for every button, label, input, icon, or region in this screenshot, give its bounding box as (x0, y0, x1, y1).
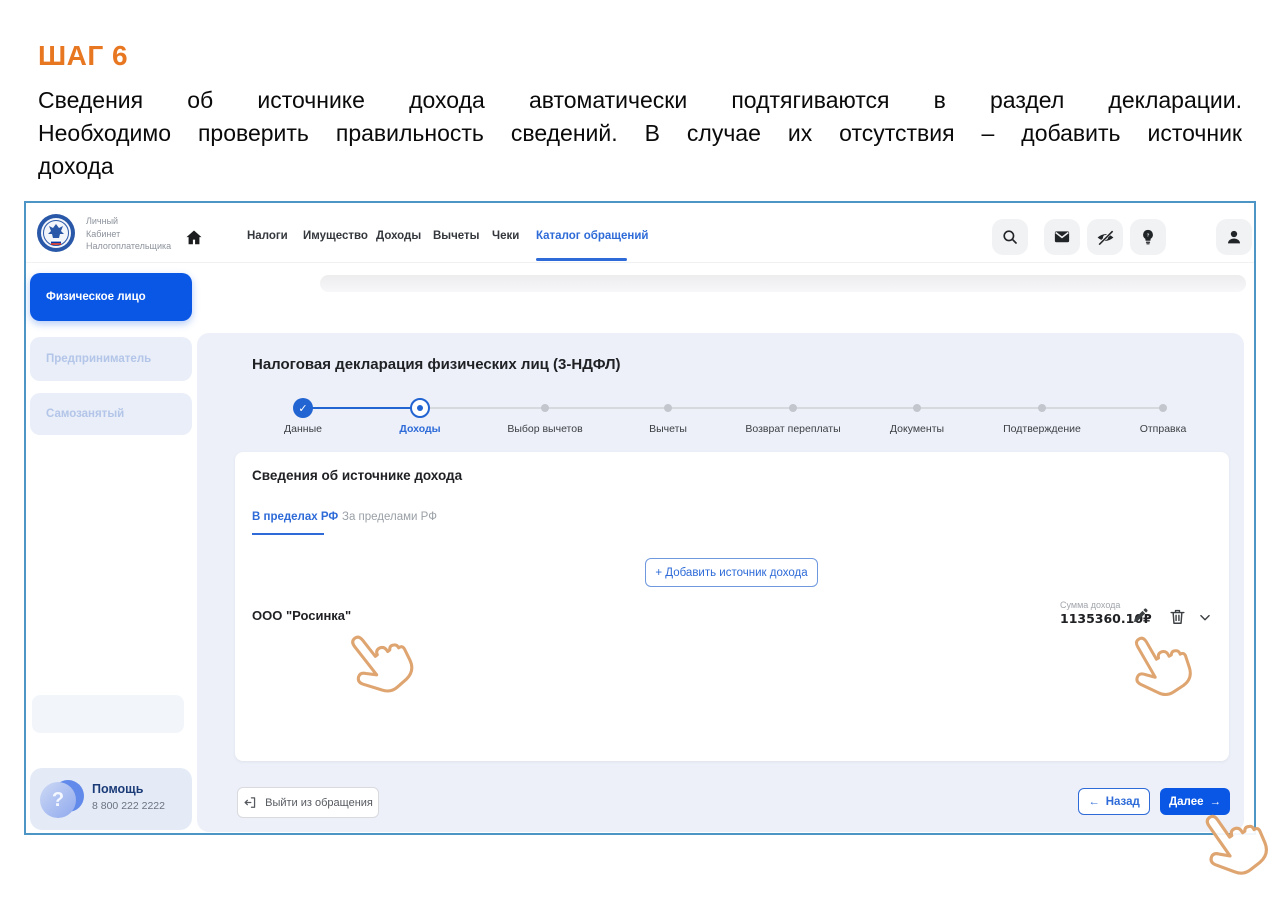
step-heading: ШАГ 6 (38, 40, 128, 72)
next-arrow-icon: → (1210, 796, 1222, 808)
scroll-shadow-band (320, 275, 1246, 292)
app-title: Личный Кабинет Налогоплательщика (86, 215, 171, 253)
add-income-source-button[interactable]: + Добавить источник дохода (645, 558, 818, 587)
step-todo-icon (541, 404, 549, 412)
eye-off-icon (1096, 228, 1115, 247)
tips-button[interactable]: ? (1130, 219, 1166, 255)
edit-pencil-icon[interactable] (1132, 606, 1150, 624)
tab-within-rf[interactable]: В пределах РФ (252, 511, 338, 523)
active-tab-underline (252, 533, 324, 535)
step-description: Сведения об источнике дохода автоматичес… (38, 84, 1242, 183)
search-icon (1001, 228, 1019, 246)
stepper-connector (303, 407, 420, 409)
lightbulb-icon: ? (1139, 228, 1157, 246)
chevron-down-icon[interactable] (1198, 611, 1212, 625)
help-phone: 8 800 222 2222 (92, 800, 165, 812)
exit-request-button[interactable]: Выйти из обращения (237, 787, 379, 818)
sidebar-profile-samozanyatyi[interactable]: Самозанятый (30, 393, 192, 435)
nav-item-vychety[interactable]: Вычеты (433, 230, 480, 242)
active-nav-underline (536, 258, 627, 261)
profile-icon (1225, 228, 1243, 246)
sidebar-profile-fizlico[interactable]: Физическое лицо (30, 273, 192, 321)
nav-item-imushchestvo[interactable]: Имущество (303, 230, 368, 242)
income-amount-label: Сумма дохода (1060, 600, 1120, 610)
sidebar-profile-predprinimatel[interactable]: Предприниматель (30, 337, 192, 381)
help-contact[interactable]: ? Помощь 8 800 222 2222 (30, 768, 192, 830)
messages-button[interactable] (1044, 219, 1080, 255)
income-source-name[interactable]: ООО "Росинка" (252, 608, 351, 623)
app-screenshot-frame: Личный Кабинет Налогоплательщика Налоги … (24, 201, 1256, 835)
home-icon[interactable] (184, 228, 204, 248)
next-button[interactable]: Далее → (1160, 788, 1230, 815)
mail-icon (1053, 228, 1071, 246)
card-title: Сведения об источнике дохода (252, 468, 462, 483)
description-line: дохода (38, 150, 1242, 183)
fns-logo (36, 213, 76, 253)
nav-item-dokhody[interactable]: Доходы (376, 230, 421, 242)
hide-data-button[interactable] (1087, 219, 1123, 255)
delete-trash-icon[interactable] (1168, 607, 1187, 626)
step-done-icon: ✓ (293, 398, 313, 418)
description-line: Сведения об источнике дохода автоматичес… (38, 84, 1242, 117)
profile-button[interactable] (1216, 219, 1252, 255)
back-arrow-icon: ← (1088, 796, 1100, 808)
nav-item-nalogi[interactable]: Налоги (247, 230, 288, 242)
svg-text:?: ? (1147, 232, 1150, 237)
faded-banner-placeholder (32, 695, 184, 733)
exit-icon (243, 795, 258, 810)
step-todo-icon (913, 404, 921, 412)
help-title: Помощь (92, 782, 143, 796)
back-button[interactable]: ← Назад (1078, 788, 1150, 815)
step-todo-icon (1038, 404, 1046, 412)
search-button[interactable] (992, 219, 1028, 255)
step-todo-icon (789, 404, 797, 412)
declaration-title: Налоговая декларация физических лиц (3-Н… (252, 356, 620, 373)
step-current-icon (410, 398, 430, 418)
tab-outside-rf[interactable]: За пределами РФ (342, 511, 437, 523)
description-line: Необходимо проверить правильность сведен… (38, 117, 1242, 150)
question-mark-icon: ? (40, 782, 76, 818)
step-todo-icon (664, 404, 672, 412)
nav-item-cheki[interactable]: Чеки (492, 230, 519, 242)
step-todo-icon (1159, 404, 1167, 412)
nav-item-katalog-obrashcheniy[interactable]: Каталог обращений (536, 230, 648, 242)
